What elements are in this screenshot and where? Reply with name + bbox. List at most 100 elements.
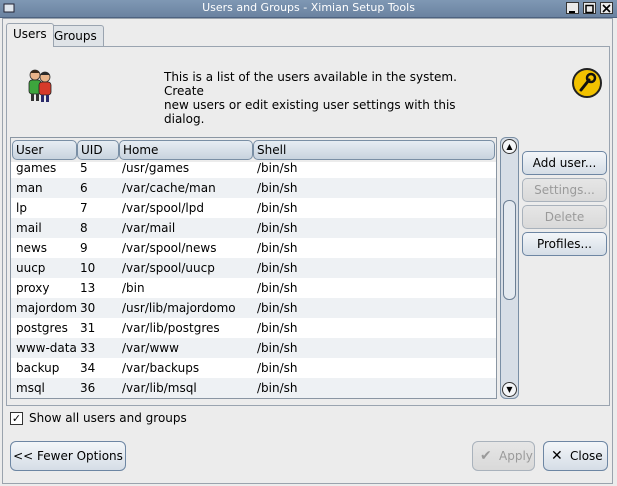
- column-header-home[interactable]: Home: [119, 140, 253, 160]
- cell-uid: 9: [80, 241, 88, 255]
- cell-home: /var/spool/news: [122, 241, 217, 255]
- cell-home: /var/mail: [122, 221, 176, 235]
- settings-label: Settings...: [534, 183, 595, 197]
- table-row[interactable]: news 9/var/spool/news/bin/sh: [11, 238, 496, 258]
- cell-uid: 30: [80, 301, 96, 315]
- title-bar[interactable]: Users and Groups - Ximian Setup Tools: [0, 0, 617, 18]
- table-row[interactable]: uucp 10/var/spool/uucp/bin/sh: [11, 258, 496, 278]
- cell-home: /var/www: [122, 341, 179, 355]
- table-row[interactable]: majordom 30/usr/lib/majordomo/bin/sh: [11, 298, 496, 318]
- cell-uid: 10: [80, 261, 96, 275]
- table-row[interactable]: postgres 31/var/lib/postgres/bin/sh: [11, 318, 496, 338]
- maximize-button[interactable]: [583, 2, 596, 14]
- cell-user: www-data: [16, 341, 77, 355]
- cell-user: man: [16, 181, 43, 195]
- table-body: games 5/usr/games/bin/sh man 6/var/cache/ma…: [11, 158, 496, 398]
- table-scrollbar[interactable]: ▲ ▼: [500, 137, 519, 399]
- cell-uid: 34: [80, 361, 96, 375]
- fewer-options-button[interactable]: << Fewer Options: [10, 441, 126, 471]
- table-row[interactable]: mail 8/var/mail/bin/sh: [11, 218, 496, 238]
- apply-button[interactable]: ✔ Apply: [472, 441, 535, 471]
- apply-label: Apply: [499, 449, 533, 463]
- settings-button[interactable]: Settings...: [522, 178, 607, 202]
- cell-shell: /bin/sh: [257, 221, 298, 235]
- show-all-checkbox[interactable]: ✓: [10, 412, 23, 425]
- cell-uid: 31: [80, 321, 96, 335]
- table-row[interactable]: lp 7/var/spool/lpd/bin/sh: [11, 198, 496, 218]
- add-user-button[interactable]: Add user...: [522, 151, 607, 175]
- column-header-user[interactable]: User: [12, 140, 77, 160]
- table-row[interactable]: proxy 13/bin/bin/sh: [11, 278, 496, 298]
- cell-user: proxy: [16, 281, 50, 295]
- delete-label: Delete: [544, 210, 585, 224]
- cell-home: /var/lib/msql: [122, 381, 197, 395]
- close-window-button[interactable]: [600, 2, 613, 14]
- cell-user: msql: [16, 381, 45, 395]
- cell-home: /var/spool/uucp: [122, 261, 215, 275]
- cell-home: /usr/lib/majordomo: [122, 301, 236, 315]
- cell-home: /var/spool/lpd: [122, 201, 204, 215]
- description: This is a list of the users available in…: [164, 70, 494, 126]
- add-user-label: Add user...: [532, 156, 597, 170]
- cell-shell: /bin/sh: [257, 341, 298, 355]
- cell-shell: /bin/sh: [257, 301, 298, 315]
- cell-user: backup: [16, 361, 60, 375]
- cell-uid: 13: [80, 281, 96, 295]
- arrow-down-icon: ▼: [506, 385, 513, 394]
- cell-home: /var/cache/man: [122, 181, 216, 195]
- description-line-1: This is a list of the users available in…: [164, 70, 457, 98]
- cell-uid: 8: [80, 221, 88, 235]
- cell-shell: /bin/sh: [257, 261, 298, 275]
- minimize-button[interactable]: [566, 2, 579, 14]
- cell-uid: 36: [80, 381, 96, 395]
- cell-home: /var/backups: [122, 361, 200, 375]
- close-x-icon: ✕: [551, 448, 563, 464]
- cell-home: /bin: [122, 281, 145, 295]
- table-row[interactable]: www-data 33/var/www/bin/sh: [11, 338, 496, 358]
- close-label: Close: [570, 449, 603, 463]
- scroll-down-button[interactable]: ▼: [502, 382, 517, 397]
- tab-users[interactable]: Users: [6, 23, 54, 47]
- users-table[interactable]: games 5/usr/games/bin/sh man 6/var/cache/ma…: [10, 137, 497, 399]
- cell-shell: /bin/sh: [257, 201, 298, 215]
- help-wrench-icon[interactable]: [570, 67, 604, 99]
- cell-shell: /bin/sh: [257, 321, 298, 335]
- close-button[interactable]: ✕ Close: [543, 441, 608, 471]
- cell-uid: 7: [80, 201, 88, 215]
- cell-user: mail: [16, 221, 42, 235]
- cell-shell: /bin/sh: [257, 241, 298, 255]
- profiles-label: Profiles...: [536, 237, 592, 251]
- description-line-2: new users or edit existing user settings…: [164, 98, 456, 126]
- cell-shell: /bin/sh: [257, 281, 298, 295]
- profiles-button[interactable]: Profiles...: [522, 232, 607, 256]
- scroll-thumb[interactable]: [503, 200, 516, 300]
- column-header-uid[interactable]: UID: [77, 140, 119, 160]
- cell-user: lp: [16, 201, 27, 215]
- delete-button[interactable]: Delete: [522, 205, 607, 229]
- show-all-label[interactable]: Show all users and groups: [29, 411, 187, 425]
- table-row[interactable]: man 6/var/cache/man/bin/sh: [11, 178, 496, 198]
- cell-user: uucp: [16, 261, 46, 275]
- arrow-up-icon: ▲: [506, 142, 513, 151]
- cell-user: majordom: [16, 301, 78, 315]
- cell-user: postgres: [16, 321, 68, 335]
- maximize-icon: [585, 4, 594, 14]
- cell-uid: 33: [80, 341, 96, 355]
- close-icon: [602, 4, 611, 13]
- cell-uid: 6: [80, 181, 88, 195]
- checkmark-icon: ✔: [480, 448, 492, 464]
- cell-user: news: [16, 241, 48, 255]
- column-header-shell[interactable]: Shell: [253, 140, 495, 160]
- table-row[interactable]: backup 34/var/backups/bin/sh: [11, 358, 496, 378]
- scroll-up-button[interactable]: ▲: [502, 139, 517, 154]
- cell-home: /var/lib/postgres: [122, 321, 220, 335]
- cell-shell: /bin/sh: [257, 361, 298, 375]
- table-row[interactable]: msql 36/var/lib/msql/bin/sh: [11, 378, 496, 398]
- cell-shell: /bin/sh: [257, 381, 298, 395]
- users-icon: [28, 69, 52, 102]
- table-header: User UID Home Shell: [11, 138, 496, 162]
- window-title: Users and Groups - Ximian Setup Tools: [202, 1, 415, 14]
- cell-shell: /bin/sh: [257, 181, 298, 195]
- tab-groups[interactable]: Groups: [47, 25, 104, 46]
- fewer-options-label: << Fewer Options: [13, 449, 123, 463]
